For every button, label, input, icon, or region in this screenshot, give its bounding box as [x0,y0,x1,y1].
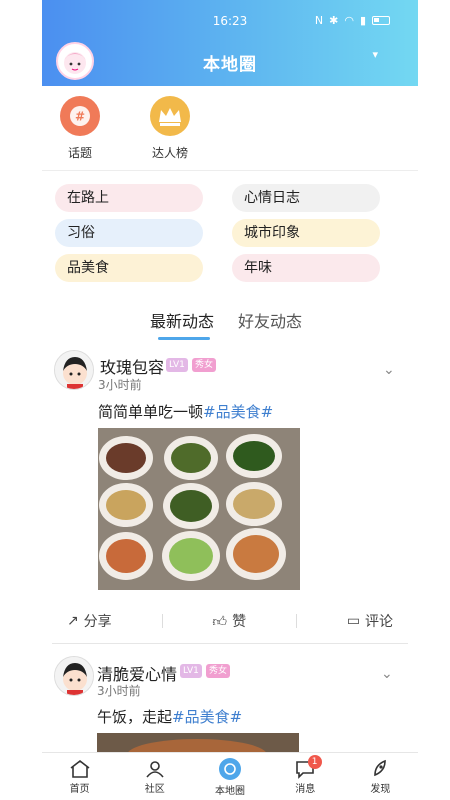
gender-badge: 秀女 [206,664,231,678]
post-time: 3小时前 [97,684,141,698]
post-hashtag[interactable]: #品美食# [203,403,273,421]
nfc-icon: N [314,14,324,27]
post-image[interactable] [98,428,300,590]
svg-text:#: # [75,110,85,124]
section-divider [42,170,418,171]
quick-entries: # 话题 达人榜 [52,96,198,161]
message-count-badge: 1 [307,755,322,769]
signal-icon: ▮ [359,14,366,27]
post-avatar[interactable] [54,656,94,696]
food-dishes-image [98,428,300,590]
status-bar: 16:23 N ✱ ◠ ▮ [42,14,418,34]
nav-label: 本地圈 [215,785,245,797]
post-avatar[interactable] [54,350,94,390]
like-button[interactable]: 👍︎ 赞 [212,611,246,631]
tag-food[interactable]: 品美食 [55,254,203,282]
status-icons: N ✱ ◠ ▮ [315,14,390,27]
ranking-label: 达人榜 [151,146,188,160]
bottom-nav: 首页 社区 本地圈 1 消息 发现 [42,752,418,800]
local-circle-icon [219,757,241,780]
food-image [97,733,299,752]
post-divider [52,643,408,644]
nav-label: 发现 [370,783,391,795]
action-separator [161,614,163,628]
header-bar: 16:23 N ✱ ◠ ▮ 本地圈 ▾ [42,0,418,86]
chevron-down-icon[interactable]: ⌄ [383,362,395,378]
action-separator [295,614,297,628]
boy-avatar-icon [55,657,93,695]
post-actions: ↗ 分享 👍︎ 赞 ▭ 评论 [42,611,418,631]
nav-label: 社区 [144,783,165,795]
rocket-icon [374,759,387,776]
menu-dropdown-icon[interactable]: ▾ [372,48,378,61]
bluetooth-icon: ✱ [329,14,339,27]
chevron-down-icon[interactable]: ⌄ [381,666,393,682]
home-icon [70,759,90,778]
comment-icon: ▭ [346,613,361,629]
nav-community[interactable]: 社区 [117,753,192,800]
post-hashtag[interactable]: #品美食# [172,708,242,726]
tag-customs[interactable]: 习俗 [55,219,203,247]
post-text: 午饭，走起#品美食# [97,706,242,727]
tab-latest[interactable]: 最新动态 [150,308,214,332]
post-time: 3小时前 [98,378,142,392]
tag-city-impression[interactable]: 城市印象 [232,219,380,247]
crown-icon [150,96,190,136]
nav-label: 消息 [295,783,316,795]
level-badge: LV1 [166,358,188,372]
comment-label: 评论 [365,614,394,630]
tag-on-the-road[interactable]: 在路上 [55,184,203,212]
nav-discover[interactable]: 发现 [343,753,418,800]
share-button[interactable]: ↗ 分享 [67,611,112,631]
app-screen: 16:23 N ✱ ◠ ▮ 本地圈 ▾ # 话题 达人榜 在路上 心情日志 习俗… [0,0,450,800]
comment-button[interactable]: ▭ 评论 [347,611,393,631]
share-label: 分享 [83,614,112,630]
like-label: 赞 [232,614,247,630]
topic-label: 话题 [67,146,92,160]
hashtag-icon: # [60,96,100,136]
post-image[interactable] [97,733,299,752]
community-icon [146,760,164,778]
battery-icon [372,16,390,25]
post-text-body: 简简单单吃一顿 [98,403,204,421]
active-tab-indicator [158,337,210,340]
post-text-body: 午饭，走起 [97,708,173,726]
gender-badge: 秀女 [192,358,217,372]
tag-new-year[interactable]: 年味 [232,254,380,282]
post-author-name[interactable]: 玫瑰包容 [100,354,164,378]
tab-friends[interactable]: 好友动态 [238,308,302,332]
post-text: 简简单单吃一顿#品美食# [98,401,273,422]
ranking-entry[interactable]: 达人榜 [142,96,198,161]
share-icon: ↗ [66,613,79,629]
nav-label: 首页 [69,783,90,795]
tag-mood-diary[interactable]: 心情日志 [232,184,380,212]
nav-local-circle[interactable]: 本地圈 [192,753,267,800]
wifi-icon: ◠ [344,14,354,27]
level-badge: LV1 [180,664,202,678]
thumbs-up-icon: 👍︎ [212,613,228,630]
boy-avatar-icon [55,351,93,389]
nav-messages[interactable]: 1 消息 [268,753,343,800]
nav-home[interactable]: 首页 [42,753,117,800]
page-title: 本地圈 [203,55,257,75]
topic-entry[interactable]: # 话题 [52,96,108,161]
